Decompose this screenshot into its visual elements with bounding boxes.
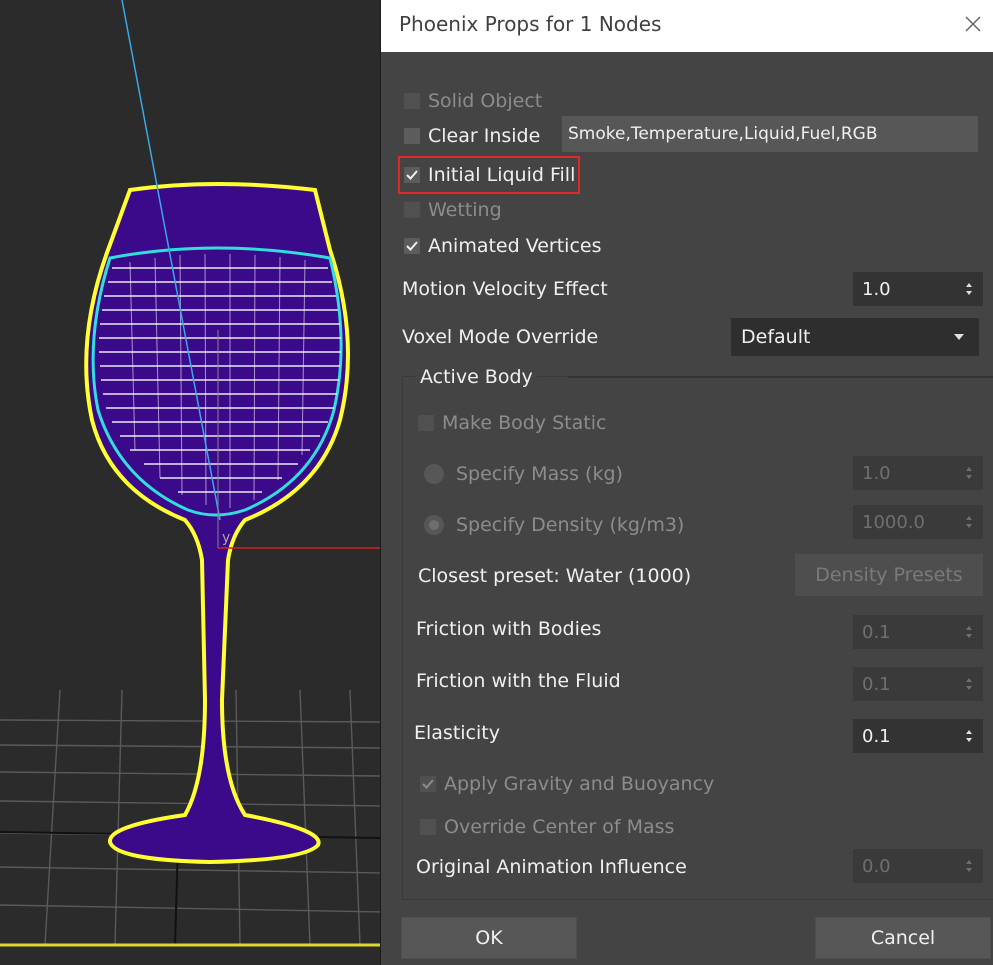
active-body-title: Active Body — [416, 366, 537, 388]
motion-velocity-label: Motion Velocity Effect — [402, 278, 608, 300]
apply-gravity-row: Apply Gravity and Buoyancy — [420, 773, 714, 795]
original-anim-spinner: 0.0 — [853, 849, 983, 883]
apply-gravity-checkbox — [420, 776, 436, 792]
close-icon — [965, 16, 981, 32]
checkmark-icon — [422, 779, 434, 789]
wetting-checkbox — [404, 202, 420, 218]
title-bar[interactable]: Phoenix Props for 1 Nodes — [381, 0, 993, 52]
motion-velocity-row: Motion Velocity Effect — [402, 278, 608, 300]
friction-fluid-row: Friction with the Fluid — [416, 670, 621, 692]
clear-inside-checkbox[interactable] — [404, 128, 420, 144]
elasticity-label: Elasticity — [414, 722, 500, 744]
spinner-arrows-icon — [962, 506, 976, 538]
specify-density-radio — [424, 515, 444, 535]
elasticity-row: Elasticity — [414, 722, 500, 744]
spinner-arrows-icon — [962, 457, 976, 489]
original-anim-row: Original Animation Influence — [416, 856, 687, 878]
friction-bodies-spinner: 0.1 — [853, 615, 983, 649]
clear-inside-label: Clear Inside — [428, 125, 541, 147]
specify-density-spinner: 1000.0 — [853, 505, 983, 539]
viewport-scene: y — [0, 0, 380, 947]
closest-preset-row: Closest preset: Water (1000) — [418, 565, 691, 587]
group-divider — [568, 376, 993, 378]
make-body-static-label: Make Body Static — [442, 412, 607, 434]
ok-button[interactable]: OK — [401, 917, 577, 959]
solid-object-checkbox-row: Solid Object — [404, 90, 542, 112]
friction-fluid-label: Friction with the Fluid — [416, 670, 621, 692]
spinner-arrows-icon — [962, 668, 976, 700]
original-anim-value: 0.0 — [862, 855, 891, 877]
make-body-static-checkbox — [418, 415, 434, 431]
apply-gravity-label: Apply Gravity and Buoyancy — [444, 773, 715, 795]
wetting-checkbox-row: Wetting — [404, 199, 502, 221]
elasticity-value[interactable]: 0.1 — [854, 726, 962, 747]
friction-bodies-value: 0.1 — [862, 621, 891, 643]
voxel-mode-value: Default — [741, 326, 811, 348]
checkmark-icon — [406, 241, 418, 251]
animated-vertices-checkbox[interactable] — [404, 238, 420, 254]
cancel-button[interactable]: Cancel — [815, 917, 991, 959]
override-center-row: Override Center of Mass — [420, 816, 674, 838]
specify-mass-row: Specify Mass (kg) — [424, 463, 623, 485]
wetting-label: Wetting — [428, 199, 502, 221]
make-body-static-row: Make Body Static — [418, 412, 606, 434]
specify-density-value: 1000.0 — [862, 511, 925, 533]
specify-density-label: Specify Density (kg/m3) — [456, 514, 685, 536]
highlight-box — [398, 156, 580, 194]
axis-label-y: y — [222, 530, 230, 546]
friction-bodies-label: Friction with Bodies — [416, 618, 602, 640]
specify-mass-radio — [424, 464, 444, 484]
specify-mass-label: Specify Mass (kg) — [456, 463, 623, 485]
override-center-checkbox — [420, 819, 436, 835]
voxel-mode-row: Voxel Mode Override — [402, 326, 598, 348]
motion-velocity-value[interactable]: 1.0 — [854, 279, 962, 300]
density-presets-button: Density Presets — [795, 554, 983, 596]
specify-density-row: Specify Density (kg/m3) — [424, 514, 684, 536]
voxel-mode-dropdown[interactable]: Default — [731, 318, 979, 356]
viewport[interactable]: y — [0, 0, 381, 965]
voxel-mode-label: Voxel Mode Override — [402, 326, 599, 348]
solid-object-label: Solid Object — [428, 90, 543, 112]
elasticity-spinner[interactable]: 0.1 — [853, 719, 983, 753]
dropdown-arrow-icon — [954, 334, 964, 340]
friction-bodies-row: Friction with Bodies — [416, 618, 601, 640]
friction-fluid-value: 0.1 — [862, 673, 891, 695]
animated-vertices-checkbox-row[interactable]: Animated Vertices — [404, 235, 602, 257]
specify-mass-value: 1.0 — [862, 462, 891, 484]
dialog-title: Phoenix Props for 1 Nodes — [399, 12, 662, 36]
clear-inside-checkbox-row[interactable]: Clear Inside — [404, 125, 540, 147]
friction-fluid-spinner: 0.1 — [853, 667, 983, 701]
spinner-arrows-icon[interactable] — [962, 273, 976, 305]
motion-velocity-spinner[interactable]: 1.0 — [853, 272, 983, 306]
spinner-arrows-icon — [962, 850, 976, 882]
spinner-arrows-icon[interactable] — [962, 720, 976, 752]
closest-preset-text: Closest preset: Water (1000) — [418, 565, 692, 587]
spinner-arrows-icon — [962, 616, 976, 648]
override-center-label: Override Center of Mass — [444, 816, 675, 838]
specify-mass-spinner: 1.0 — [853, 456, 983, 490]
close-button[interactable] — [953, 0, 993, 48]
clear-inside-channels-field[interactable]: Smoke,Temperature,Liquid,Fuel,RGB — [562, 116, 978, 152]
original-anim-label: Original Animation Influence — [416, 856, 687, 878]
solid-object-checkbox — [404, 93, 420, 109]
animated-vertices-label: Animated Vertices — [428, 235, 602, 257]
